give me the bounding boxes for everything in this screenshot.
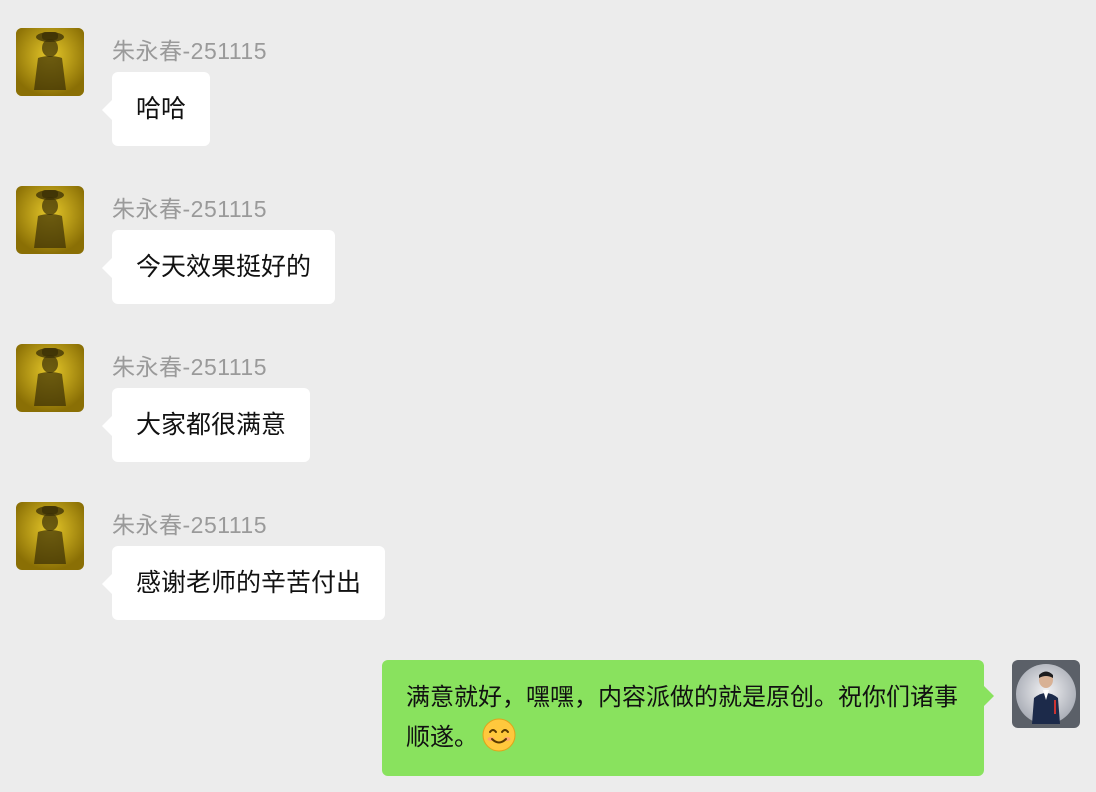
message-row: 朱永春-251115 感谢老师的辛苦付出 — [0, 502, 1096, 632]
sender-avatar[interactable] — [16, 344, 84, 412]
message-row: 朱永春-251115 哈哈 — [0, 28, 1096, 158]
sender-name: 朱永春-251115 — [112, 354, 267, 380]
sender-avatar[interactable] — [16, 28, 84, 96]
outgoing-message-bubble[interactable]: 满意就好，嘿嘿，内容派做的就是原创。祝你们诸事顺遂。 — [382, 660, 994, 776]
message-bubble[interactable]: 今天效果挺好的 — [101, 230, 336, 304]
avatar-silhouette-icon — [16, 344, 84, 412]
avatar-silhouette-icon — [16, 28, 84, 96]
my-avatar[interactable] — [1012, 660, 1080, 728]
sender-name: 朱永春-251115 — [112, 38, 267, 64]
message-bubble[interactable]: 大家都很满意 — [101, 388, 311, 462]
sender-avatar[interactable] — [16, 186, 84, 254]
message-row-outgoing: 满意就好，嘿嘿，内容派做的就是原创。祝你们诸事顺遂。 — [0, 660, 1096, 780]
message-row: 朱永春-251115 大家都很满意 — [0, 344, 1096, 474]
message-bubble[interactable]: 哈哈 — [101, 72, 211, 146]
smiling-face-emoji-icon — [482, 718, 516, 752]
sender-name: 朱永春-251115 — [112, 196, 267, 222]
sender-name: 朱永春-251115 — [112, 512, 267, 538]
message-row: 朱永春-251115 今天效果挺好的 — [0, 186, 1096, 316]
avatar-silhouette-icon — [16, 502, 84, 570]
user-photo-avatar-icon — [1012, 660, 1080, 728]
avatar-silhouette-icon — [16, 186, 84, 254]
message-bubble[interactable]: 感谢老师的辛苦付出 — [101, 546, 386, 620]
sender-avatar[interactable] — [16, 502, 84, 570]
